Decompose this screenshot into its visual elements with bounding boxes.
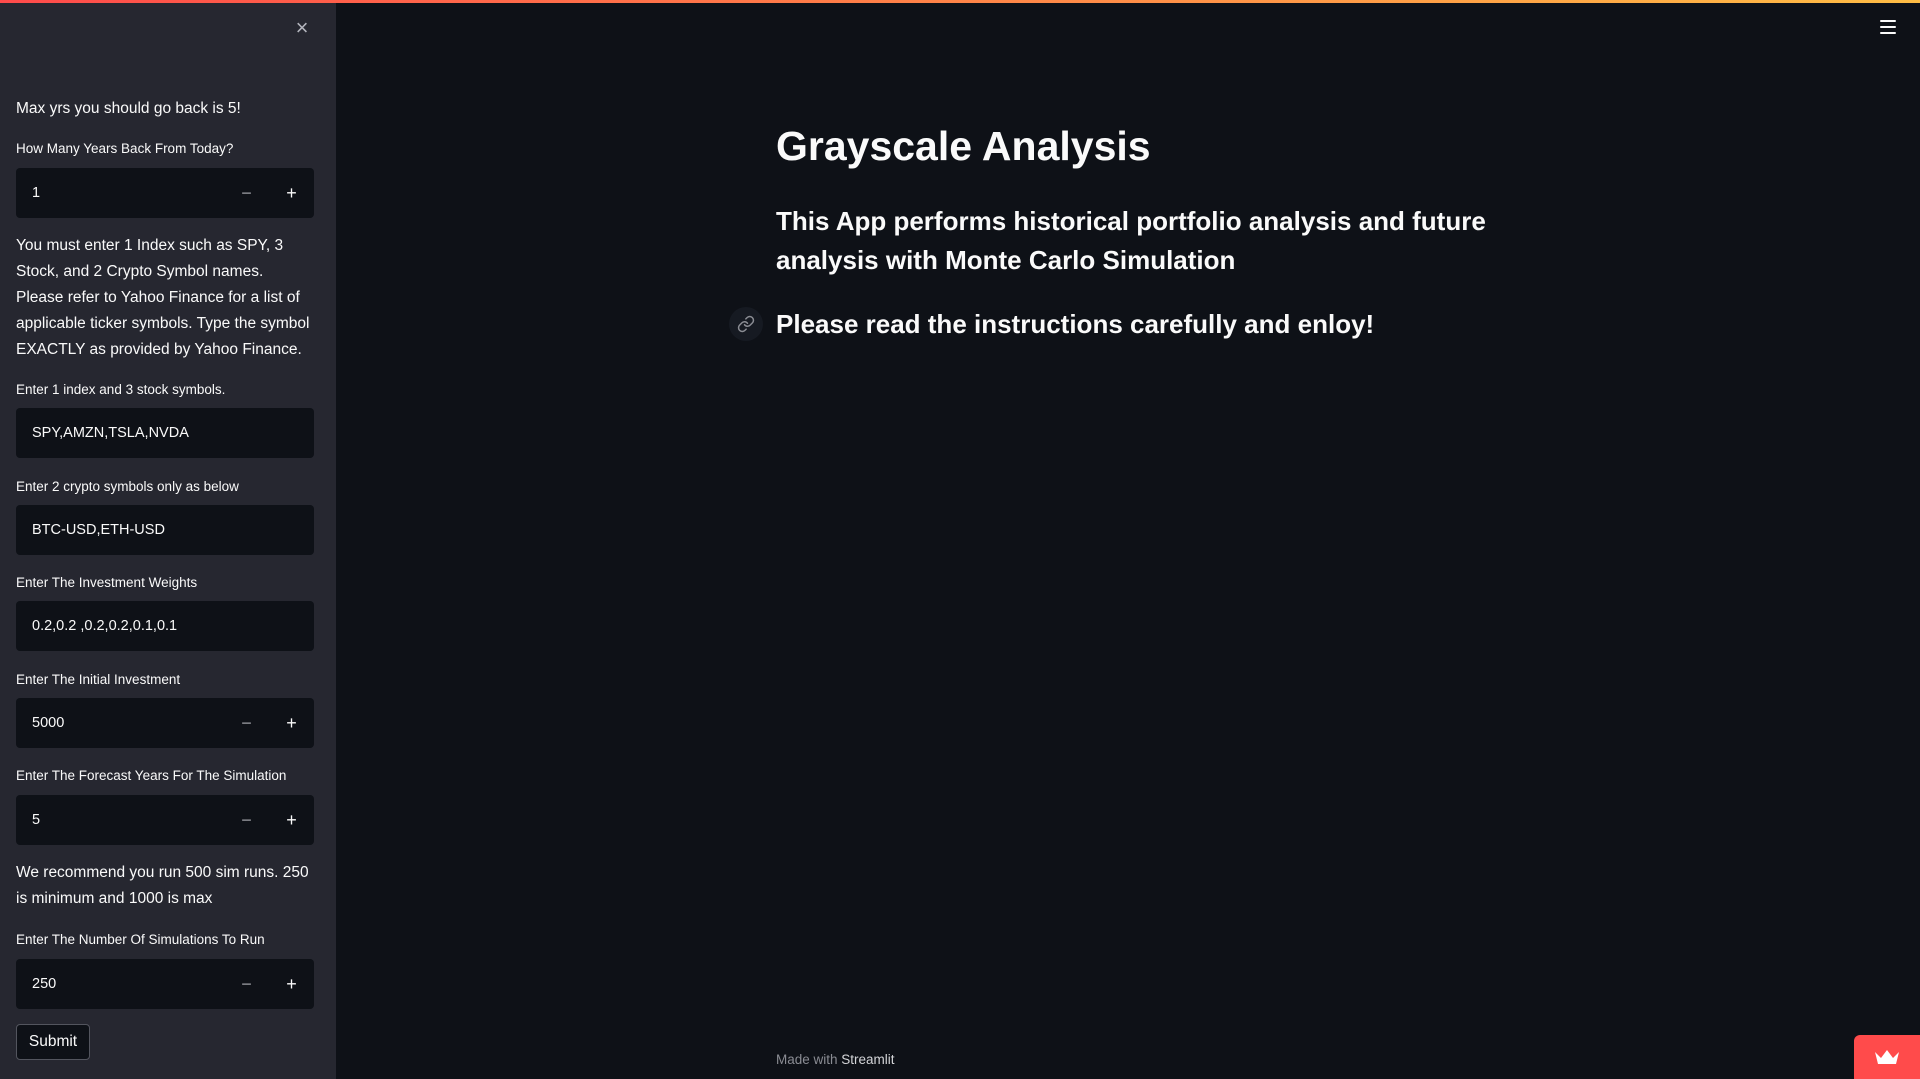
page-title: Grayscale Analysis — [776, 123, 1151, 169]
hamburger-menu-icon[interactable] — [1880, 20, 1896, 36]
initial-investment-value[interactable]: 5000 — [16, 715, 224, 731]
forecast-years-input[interactable]: 5 − + — [16, 795, 314, 845]
forecast-years-decrement-button[interactable]: − — [224, 795, 269, 845]
years-back-input[interactable]: 1 − + — [16, 168, 314, 218]
link-icon[interactable] — [729, 307, 763, 341]
years-back-value[interactable]: 1 — [16, 185, 224, 201]
num-simulations-value[interactable]: 250 — [16, 976, 224, 992]
crypto-symbols-label: Enter 2 crypto symbols only as below — [16, 479, 239, 494]
num-simulations-label: Enter The Number Of Simulations To Run — [16, 932, 265, 947]
symbol-instructions: You must enter 1 Index such as SPY, 3 St… — [16, 237, 310, 358]
crown-icon[interactable] — [1854, 1035, 1920, 1079]
close-sidebar-icon[interactable]: × — [290, 16, 314, 40]
crypto-symbols-input[interactable]: BTC-USD,ETH-USD — [16, 505, 314, 555]
num-simulations-increment-button[interactable]: + — [269, 959, 314, 1009]
footer: Made with Streamlit — [776, 1052, 895, 1067]
initial-investment-label: Enter The Initial Investment — [16, 672, 181, 687]
years-back-label: How Many Years Back From Today? — [16, 141, 234, 156]
num-simulations-input[interactable]: 250 − + — [16, 959, 314, 1009]
stock-symbols-label: Enter 1 index and 3 stock symbols. — [16, 382, 226, 397]
forecast-years-value[interactable]: 5 — [16, 812, 224, 828]
top-decoration-bar — [0, 0, 1920, 3]
footer-made-with: Made with — [776, 1052, 842, 1067]
submit-button[interactable]: Submit — [16, 1024, 90, 1060]
instructions-heading: Please read the instructions carefully a… — [776, 309, 1375, 339]
years-back-decrement-button[interactable]: − — [224, 168, 269, 218]
forecast-years-increment-button[interactable]: + — [269, 795, 314, 845]
main-content: Grayscale Analysis This App performs his… — [336, 0, 1920, 1079]
weights-label: Enter The Investment Weights — [16, 575, 198, 590]
weights-input[interactable]: 0.2,0.2 ,0.2,0.2,0.1,0.1 — [16, 601, 314, 651]
footer-streamlit-link[interactable]: Streamlit — [841, 1052, 894, 1067]
stock-symbols-input[interactable]: SPY,AMZN,TSLA,NVDA — [16, 408, 314, 458]
forecast-years-label: Enter The Forecast Years For The Simulat… — [16, 768, 287, 783]
years-back-increment-button[interactable]: + — [269, 168, 314, 218]
sim-recommendation-note: We recommend you run 500 sim runs. 250 i… — [16, 864, 309, 907]
max-years-note: Max yrs you should go back is 5! — [16, 100, 241, 117]
initial-investment-increment-button[interactable]: + — [269, 698, 314, 748]
page-subtitle: This App performs historical portfolio a… — [776, 206, 1486, 275]
initial-investment-decrement-button[interactable]: − — [224, 698, 269, 748]
initial-investment-input[interactable]: 5000 − + — [16, 698, 314, 748]
num-simulations-decrement-button[interactable]: − — [224, 959, 269, 1009]
sidebar: × Max yrs you should go back is 5! How M… — [0, 0, 336, 1079]
